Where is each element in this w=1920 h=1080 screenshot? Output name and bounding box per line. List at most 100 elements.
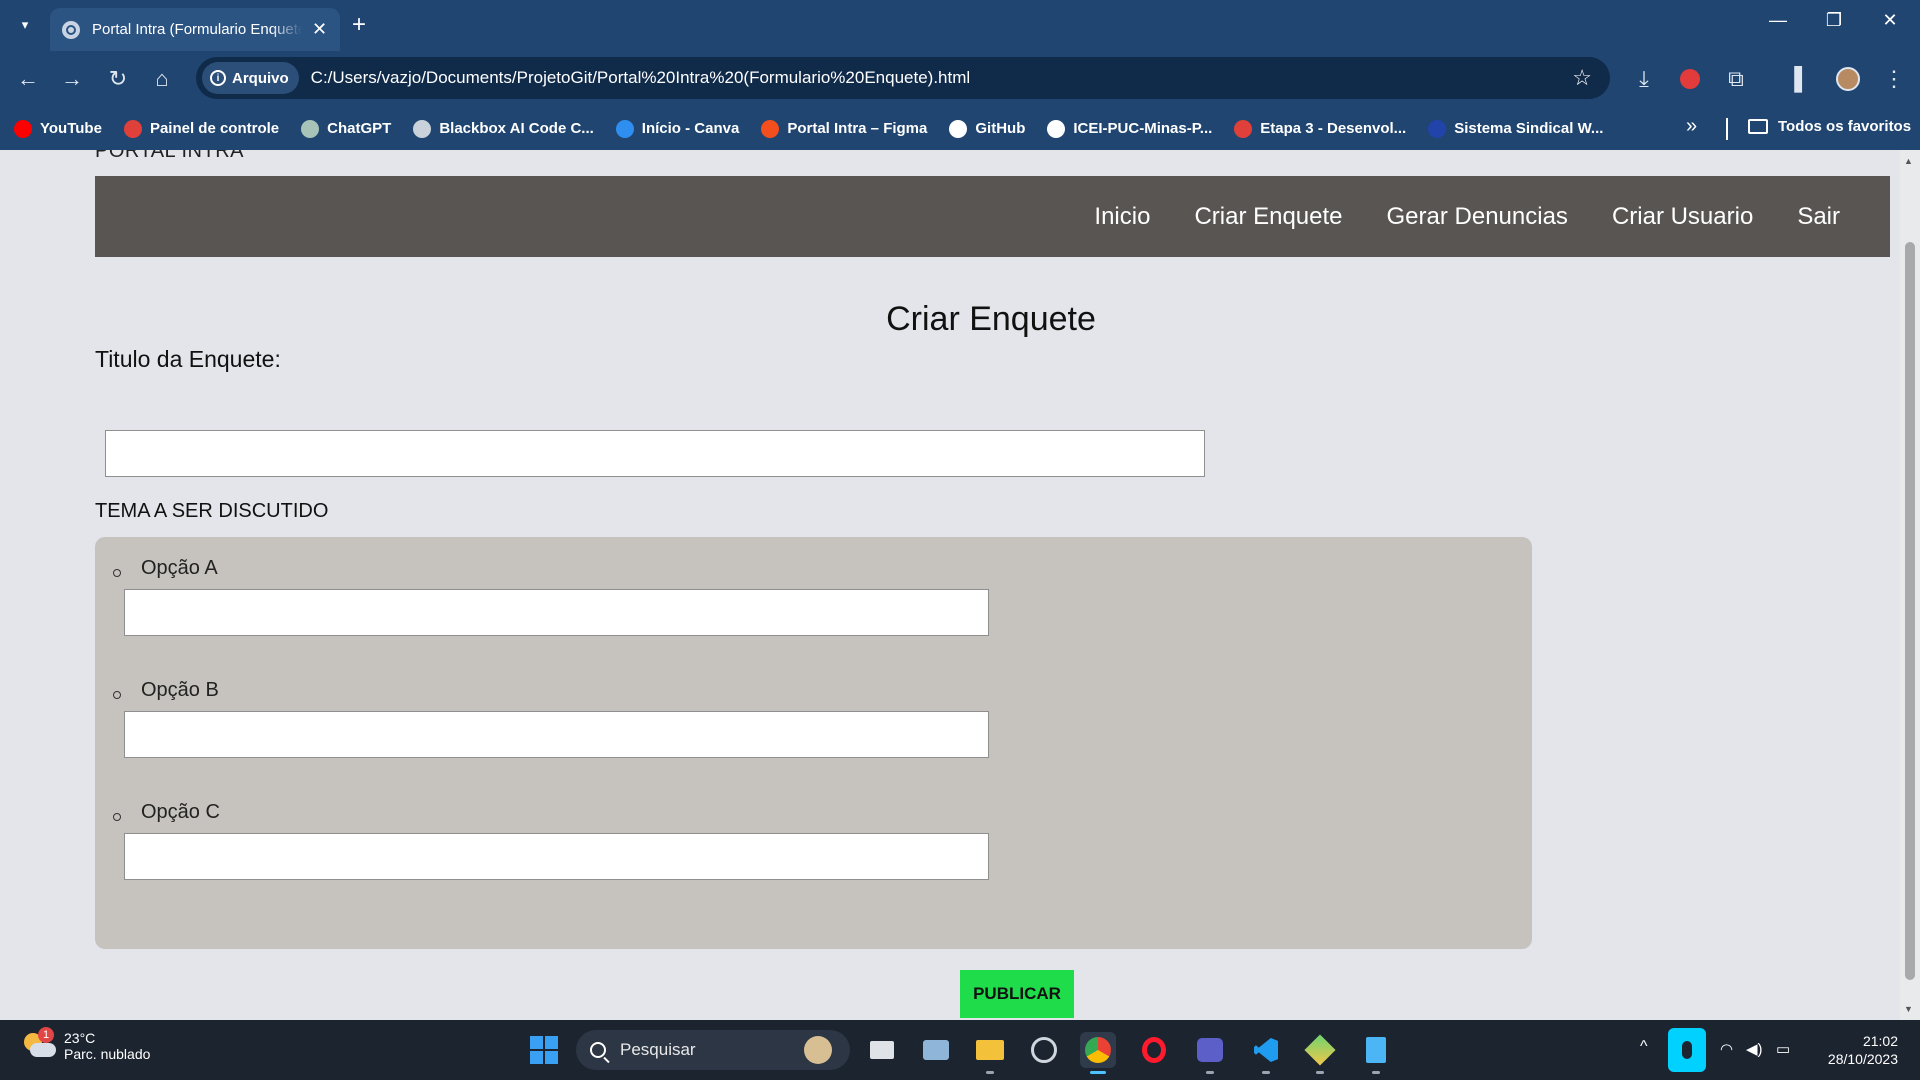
minimize-window-button[interactable]: — <box>1758 10 1798 31</box>
back-arrow-icon[interactable]: ← <box>14 65 42 93</box>
vscode-icon[interactable] <box>1248 1032 1284 1074</box>
scrollbar-thumb[interactable] <box>1905 242 1915 980</box>
partly-cloudy-icon: 1 <box>22 1027 56 1061</box>
windows-start-icon[interactable] <box>530 1036 558 1064</box>
tab-search-chevron-icon[interactable]: ▾ <box>12 12 38 38</box>
file-explorer-icon[interactable] <box>972 1032 1008 1074</box>
bookmark-label: Painel de controle <box>149 120 280 137</box>
clock-date: 28/10/2023 <box>1827 1051 1898 1067</box>
system-clock[interactable]: 21:02 28/10/2023 <box>1818 1032 1898 1068</box>
option-c-label: Opção C <box>141 801 220 823</box>
bookmark-chatgpt[interactable]: ChatGPT <box>301 119 392 138</box>
site-info-chip[interactable]: i Arquivo <box>202 62 299 94</box>
more-bookmarks-chevron-icon[interactable]: » <box>1686 115 1697 138</box>
restore-window-button[interactable]: ❐ <box>1814 10 1854 31</box>
extension-red-icon[interactable] <box>1676 65 1704 93</box>
opera-icon[interactable] <box>1136 1032 1172 1068</box>
reload-icon[interactable]: ↻ <box>104 65 132 93</box>
scroll-up-arrow-icon[interactable]: ▲ <box>1904 156 1913 166</box>
bookmark-github[interactable]: GitHub <box>949 119 1026 138</box>
page-title: Criar Enquete <box>886 300 1096 338</box>
bookmark-blackbox[interactable]: Blackbox AI Code C... <box>413 119 594 138</box>
bookmark-figma[interactable]: Portal Intra – Figma <box>761 119 928 138</box>
figma-icon <box>761 119 780 138</box>
url-text[interactable]: C:/Users/vazjo/Documents/ProjetoGit/Port… <box>311 68 971 88</box>
windows-taskbar: 1 23°C Parc. nublado Pesquisar ^ ◠ ◀) ▭ … <box>0 1020 1920 1080</box>
scroll-down-arrow-icon[interactable]: ▼ <box>1904 1004 1913 1014</box>
info-icon: i <box>210 70 226 86</box>
wifi-icon[interactable]: ◠ <box>1720 1040 1733 1058</box>
circle-bullet-icon <box>113 813 121 821</box>
microphone-icon[interactable] <box>1668 1028 1706 1072</box>
close-window-button[interactable]: ✕ <box>1870 10 1910 31</box>
download-icon[interactable]: ⤓ <box>1630 65 1658 93</box>
bookmark-icei[interactable]: ICEI-PUC-Minas-P... <box>1047 119 1213 138</box>
volume-icon[interactable]: ◀) <box>1746 1040 1763 1058</box>
teams-icon[interactable] <box>1192 1032 1228 1074</box>
weather-description: Parc. nublado <box>64 1046 151 1062</box>
folder-icon <box>1748 119 1768 134</box>
site-info-label: Arquivo <box>232 69 289 87</box>
browser-tab-active[interactable]: Portal Intra (Formulario Enquete) ✕ <box>50 8 340 51</box>
all-bookmarks-label: Todos os favoritos <box>1778 118 1912 135</box>
bookmark-label: Sistema Sindical W... <box>1454 120 1604 137</box>
bookmark-etapa3[interactable]: Etapa 3 - Desenvol... <box>1234 119 1406 138</box>
theme-label: TEMA A SER DISCUTIDO <box>95 500 329 522</box>
bookmark-canva[interactable]: Início - Canva <box>615 119 739 138</box>
profile-avatar[interactable] <box>1834 65 1862 93</box>
forward-arrow-icon[interactable]: → <box>58 65 86 93</box>
notepad-icon[interactable] <box>1358 1032 1394 1074</box>
page-scrollbar[interactable]: ▲ ▼ <box>1900 150 1920 1020</box>
bookmark-painel[interactable]: Painel de controle <box>123 119 280 138</box>
bookmark-star-icon[interactable]: ☆ <box>1572 65 1592 91</box>
option-c-input[interactable] <box>124 833 989 880</box>
etapa-icon <box>1234 119 1253 138</box>
extensions-puzzle-icon[interactable]: ⧉ <box>1722 65 1750 93</box>
address-bar[interactable]: i Arquivo C:/Users/vazjo/Documents/Proje… <box>196 57 1610 99</box>
tab-title: Portal Intra (Formulario Enquete) <box>92 21 302 38</box>
media-player-icon[interactable] <box>1026 1032 1062 1068</box>
all-bookmarks-button[interactable]: Todos os favoritos <box>1748 118 1911 135</box>
bookmark-label: Portal Intra – Figma <box>787 120 928 137</box>
option-a-input[interactable] <box>124 589 989 636</box>
bookmark-label: YouTube <box>40 120 102 137</box>
sindical-icon <box>1428 119 1447 138</box>
nav-link-sair[interactable]: Sair <box>1797 203 1840 231</box>
tab-close-icon[interactable]: ✕ <box>312 19 327 40</box>
task-view-icon[interactable] <box>864 1032 900 1068</box>
weather-temperature: 23°C <box>64 1030 96 1046</box>
clock-time: 21:02 <box>1862 1033 1898 1049</box>
search-icon <box>590 1042 606 1058</box>
bookmark-youtube[interactable]: YouTube <box>14 119 102 138</box>
app-diamond-icon[interactable] <box>1302 1032 1338 1074</box>
nav-link-inicio[interactable]: Inicio <box>1094 203 1150 231</box>
bookmark-sindical[interactable]: Sistema Sindical W... <box>1428 119 1604 138</box>
weather-widget[interactable]: 1 23°C Parc. nublado <box>22 1027 151 1062</box>
search-placeholder: Pesquisar <box>620 1040 696 1059</box>
menu-kebab-icon[interactable]: ⋮ <box>1880 65 1908 93</box>
nav-link-gerar-denuncias[interactable]: Gerar Denuncias <box>1387 203 1568 231</box>
bookmark-label: GitHub <box>975 120 1026 137</box>
option-b-label: Opção B <box>141 679 219 701</box>
bookmarks-bar: YouTube Painel de controle ChatGPT Black… <box>0 107 1920 150</box>
nav-link-criar-usuario[interactable]: Criar Usuario <box>1612 203 1753 231</box>
publish-button[interactable]: PUBLICAR <box>960 970 1074 1018</box>
option-b-input[interactable] <box>124 711 989 758</box>
bookmark-label: ChatGPT <box>327 120 392 137</box>
options-panel: Opção A Opção B Opção C <box>95 537 1532 949</box>
bookmark-label: Blackbox AI Code C... <box>439 120 594 137</box>
photos-icon[interactable] <box>918 1032 954 1068</box>
taskbar-search[interactable]: Pesquisar <box>576 1030 850 1070</box>
nav-link-criar-enquete[interactable]: Criar Enquete <box>1194 203 1342 231</box>
poll-title-label: Titulo da Enquete: <box>95 346 281 372</box>
chrome-icon[interactable] <box>1080 1032 1116 1074</box>
home-icon[interactable]: ⌂ <box>148 65 176 93</box>
new-tab-button[interactable]: + <box>352 12 366 38</box>
notification-badge: 1 <box>38 1027 54 1043</box>
side-panel-icon[interactable]: ▌ <box>1788 65 1816 93</box>
poll-title-input[interactable] <box>105 430 1205 477</box>
bookmark-label: ICEI-PUC-Minas-P... <box>1073 120 1213 137</box>
battery-icon[interactable]: ▭ <box>1776 1040 1790 1058</box>
show-hidden-icons-chevron-icon[interactable]: ^ <box>1640 1038 1648 1056</box>
browser-toolbar: ← → ↻ ⌂ i Arquivo C:/Users/vazjo/Documen… <box>0 51 1920 107</box>
